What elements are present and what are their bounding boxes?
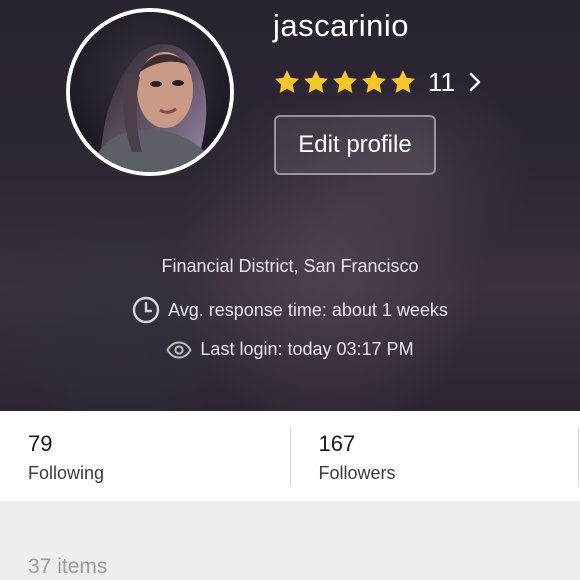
star-icon [391, 70, 415, 93]
last-login-text: Last login: today 03:17 PM [200, 339, 414, 359]
username: jascarinio [273, 8, 409, 43]
stats-divider [578, 427, 579, 487]
items-section: 37 items [0, 501, 580, 580]
star-icon [275, 70, 299, 93]
avatar[interactable] [66, 8, 234, 176]
followers-count: 167 [318, 431, 356, 456]
profile-screen: jascarinio 11 Edit profile Financial Dis… [0, 0, 580, 580]
followers-label: Followers [318, 463, 396, 483]
profile-header: jascarinio 11 Edit profile Financial Dis… [0, 0, 580, 411]
last-login-line: Last login: today 03:17 PM [0, 339, 580, 360]
star-icon [362, 70, 386, 93]
chevron-right-icon [469, 72, 481, 92]
following-label: Following [28, 463, 105, 483]
eye-icon [166, 340, 193, 359]
stat-following[interactable]: 79 Following [0, 427, 291, 487]
stat-followers[interactable]: 167 Followers [291, 411, 580, 501]
rating[interactable]: 11 [273, 64, 481, 100]
location-text: Financial District, San Francisco [161, 256, 419, 276]
response-time-line: Avg. response time: about 1 weeks [0, 296, 580, 324]
items-count: 37 items [28, 555, 108, 578]
following-count: 79 [28, 431, 53, 456]
location-line: Financial District, San Francisco [0, 256, 580, 277]
stats-bar: 79 Following 167 Followers [0, 411, 580, 501]
response-time-text: Avg. response time: about 1 weeks [168, 299, 448, 320]
star-icon [333, 70, 357, 93]
edit-profile-button[interactable]: Edit profile [274, 115, 436, 175]
star-icon [304, 70, 328, 93]
rating-count: 11 [428, 66, 455, 97]
avatar-photo [70, 12, 230, 172]
rating-stars [273, 68, 418, 96]
clock-icon [132, 296, 160, 324]
